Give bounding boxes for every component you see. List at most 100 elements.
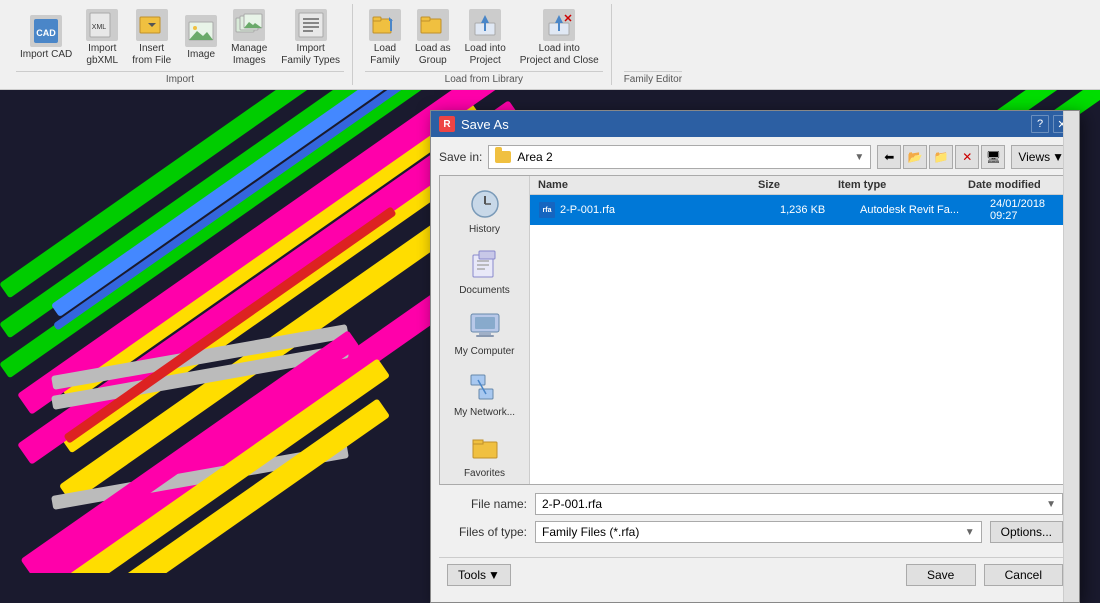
files-of-type-row: Files of type: Family Files (*.rfa) ▼ Op…	[447, 521, 1063, 543]
load-family-icon	[369, 9, 401, 41]
save-in-dropdown[interactable]: Area 2 ▼	[488, 145, 871, 169]
svg-text:XML: XML	[92, 24, 107, 31]
nav-forward-button[interactable]: 🖥	[981, 145, 1005, 169]
toolbar: CAD Import CAD XML ImportgbXML	[0, 0, 1100, 90]
dialog-actions: Tools ▼ Save Cancel	[439, 557, 1071, 594]
import-gbxml-button[interactable]: XML ImportgbXML	[82, 7, 122, 69]
import-family-types-label: ImportFamily Types	[281, 43, 340, 67]
load-family-button[interactable]: LoadFamily	[365, 7, 405, 69]
manage-images-button[interactable]: ManageImages	[227, 7, 271, 69]
load-into-project-label: Load intoProject	[465, 43, 506, 67]
file-name-input-value: 2-P-001.rfa	[542, 497, 1042, 511]
family-editor-section-label: Family Editor	[624, 71, 682, 85]
save-in-dropdown-arrow: ▼	[854, 152, 864, 163]
views-label: Views	[1018, 150, 1050, 164]
delete-button[interactable]: ✕	[955, 145, 979, 169]
revit-logo-icon: R	[439, 116, 455, 132]
sidebar-item-history[interactable]: History	[445, 180, 525, 241]
load-as-group-icon	[417, 9, 449, 41]
insert-from-file-icon	[136, 9, 168, 41]
nav-up-button[interactable]: 📂	[903, 145, 927, 169]
load-into-project-close-icon	[543, 9, 575, 41]
toolbar-small-btns: ⬅ 📂 📁 ✕ 🖥	[877, 145, 1005, 169]
history-label: History	[469, 224, 500, 235]
nav-back-button[interactable]: ⬅	[877, 145, 901, 169]
folder-icon	[495, 151, 511, 163]
import-gbxml-label: ImportgbXML	[86, 43, 118, 67]
import-family-types-button[interactable]: ImportFamily Types	[277, 7, 344, 69]
import-cad-icon: CAD	[30, 15, 62, 47]
dialog-title-left: R Save As	[439, 116, 509, 132]
help-button[interactable]: ?	[1031, 115, 1049, 133]
manage-images-icon	[233, 9, 265, 41]
my-computer-label: My Computer	[454, 346, 514, 357]
manage-images-label: ManageImages	[231, 43, 267, 67]
file-list-header: Name Size Item type Date modified	[530, 176, 1070, 195]
load-into-project-icon	[469, 9, 501, 41]
file-list-area: Name Size Item type Date modified rfa 2-…	[530, 176, 1070, 484]
column-size-header[interactable]: Size	[758, 179, 838, 191]
svg-text:CAD: CAD	[36, 28, 56, 38]
save-button[interactable]: Save	[906, 564, 976, 586]
image-button[interactable]: Image	[181, 13, 221, 63]
toolbar-group-family-editor: Family Editor	[616, 4, 690, 85]
favorites-icon	[467, 430, 503, 466]
import-section-label: Import	[16, 71, 344, 85]
column-name-header[interactable]: Name	[538, 179, 758, 191]
file-row[interactable]: rfa 2-P-001.rfa 1,236 KB Autodesk Revit …	[530, 195, 1070, 225]
nav-new-folder-button[interactable]: 📁	[929, 145, 953, 169]
toolbar-group-load-library: LoadFamily Load asGroup	[357, 4, 612, 85]
file-name-row: File name: 2-P-001.rfa ▼	[447, 493, 1063, 515]
tools-label: Tools	[458, 568, 486, 582]
my-network-label: My Network...	[454, 407, 515, 418]
history-icon	[467, 186, 503, 222]
file-date-cell: 24/01/2018 09:27	[990, 198, 1062, 222]
sidebar-item-documents[interactable]: Documents	[445, 241, 525, 302]
documents-icon	[467, 247, 503, 283]
image-icon	[185, 15, 217, 47]
toolbar-icons-import: CAD Import CAD XML ImportgbXML	[16, 4, 344, 71]
load-into-project-button[interactable]: Load intoProject	[461, 7, 510, 69]
dialog-title-text: Save As	[461, 117, 509, 132]
save-as-dialog: R Save As ? ✕ Save in: Area 2 ▼ ⬅ 📂 📁 ✕ …	[430, 110, 1080, 603]
dialog-bottom: File name: 2-P-001.rfa ▼ Files of type: …	[439, 485, 1071, 557]
import-gbxml-icon: XML	[86, 9, 118, 41]
file-name-input[interactable]: 2-P-001.rfa ▼	[535, 493, 1063, 515]
sidebar-item-my-computer[interactable]: My Computer	[445, 302, 525, 363]
files-of-type-dropdown-arrow: ▼	[965, 527, 975, 538]
files-of-type-label: Files of type:	[447, 525, 527, 539]
cancel-button[interactable]: Cancel	[984, 564, 1063, 586]
toolbar-group-import: CAD Import CAD XML ImportgbXML	[8, 4, 353, 85]
dialog-body: Save in: Area 2 ▼ ⬅ 📂 📁 ✕ 🖥 Views ▼	[431, 137, 1079, 602]
save-in-value: Area 2	[517, 150, 848, 164]
tools-button[interactable]: Tools ▼	[447, 564, 511, 586]
rfa-file-icon: rfa	[538, 201, 556, 219]
my-computer-icon	[467, 308, 503, 344]
file-type-cell: Autodesk Revit Fa...	[860, 204, 990, 216]
sidebar-item-favorites[interactable]: Favorites	[445, 424, 525, 484]
sidebar-item-my-network[interactable]: My Network...	[445, 363, 525, 424]
files-of-type-input[interactable]: Family Files (*.rfa) ▼	[535, 521, 982, 543]
files-of-type-value: Family Files (*.rfa)	[542, 525, 961, 539]
my-network-icon	[467, 369, 503, 405]
save-in-label: Save in:	[439, 150, 482, 164]
save-in-row: Save in: Area 2 ▼ ⬅ 📂 📁 ✕ 🖥 Views ▼	[439, 145, 1071, 169]
import-cad-button[interactable]: CAD Import CAD	[16, 13, 76, 63]
toolbar-icons-load: LoadFamily Load asGroup	[365, 4, 603, 71]
favorites-label: Favorites	[464, 468, 505, 479]
load-as-group-label: Load asGroup	[415, 43, 451, 67]
import-family-types-icon	[295, 9, 327, 41]
column-date-header[interactable]: Date modified	[968, 179, 1062, 191]
load-as-group-button[interactable]: Load asGroup	[411, 7, 455, 69]
load-into-project-close-button[interactable]: Load intoProject and Close	[516, 7, 603, 69]
load-family-label: LoadFamily	[370, 43, 399, 67]
file-size-cell: 1,236 KB	[780, 204, 860, 216]
load-library-section-label: Load from Library	[365, 71, 603, 85]
insert-from-file-button[interactable]: Insertfrom File	[128, 7, 175, 69]
options-button[interactable]: Options...	[990, 521, 1063, 543]
column-type-header[interactable]: Item type	[838, 179, 968, 191]
image-label: Image	[187, 49, 215, 61]
import-cad-label: Import CAD	[20, 49, 72, 61]
file-name-label: File name:	[447, 497, 527, 511]
documents-label: Documents	[459, 285, 510, 296]
